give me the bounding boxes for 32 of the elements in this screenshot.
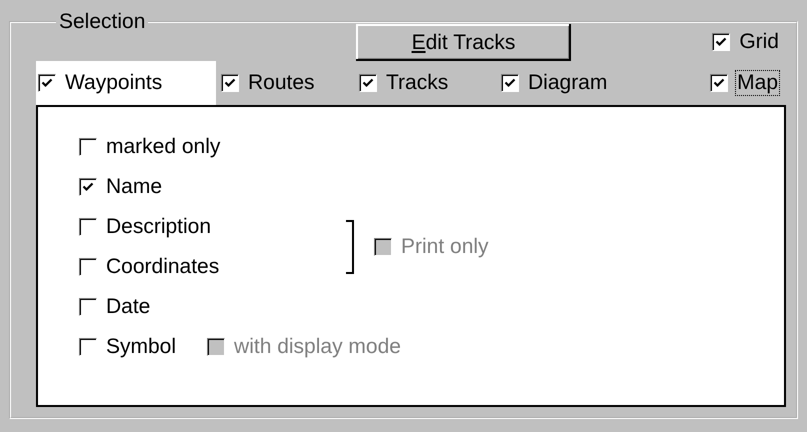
layer-tab[interactable]: Waypoints — [36, 61, 216, 105]
checkbox-label[interactable]: Waypoints — [64, 71, 164, 95]
checkbox-label[interactable]: Diagram — [527, 71, 608, 95]
checkbox-label[interactable]: Symbol — [105, 335, 178, 359]
checkbox-label[interactable]: Name — [105, 175, 164, 199]
bracket-line — [346, 220, 354, 274]
checkbox-label[interactable]: Date — [105, 295, 152, 319]
checkbox-label[interactable]: Grid — [738, 30, 780, 54]
group-title: Selection — [58, 11, 146, 32]
checkbox-label[interactable]: Description — [105, 215, 212, 239]
checkbox-label[interactable]: marked only — [105, 135, 222, 159]
checkbox-label[interactable]: Tracks — [385, 71, 450, 95]
check-icon — [504, 77, 516, 89]
checkbox[interactable] — [710, 74, 728, 92]
check-icon — [715, 36, 728, 48]
checkbox[interactable] — [712, 33, 730, 51]
check-icon — [713, 77, 726, 89]
check-icon — [362, 77, 374, 89]
edit-tracks-button[interactable]: Edit Tracks — [356, 24, 571, 60]
checkbox[interactable] — [221, 74, 239, 92]
check-icon — [224, 77, 236, 89]
check-icon — [82, 181, 94, 193]
layer-tab[interactable]: Tracks — [357, 61, 499, 105]
checkbox-label[interactable]: Routes — [247, 71, 316, 95]
checkbox-label[interactable]: Coordinates — [105, 255, 220, 279]
checkbox-label[interactable]: Map — [736, 71, 779, 95]
layer-tab[interactable]: Map — [708, 61, 781, 105]
checkbox[interactable] — [359, 74, 377, 92]
layer-tab[interactable]: Routes — [219, 61, 357, 105]
layer-tab[interactable]: Diagram — [499, 61, 675, 105]
checkbox[interactable] — [501, 74, 519, 92]
check-icon — [41, 77, 53, 89]
